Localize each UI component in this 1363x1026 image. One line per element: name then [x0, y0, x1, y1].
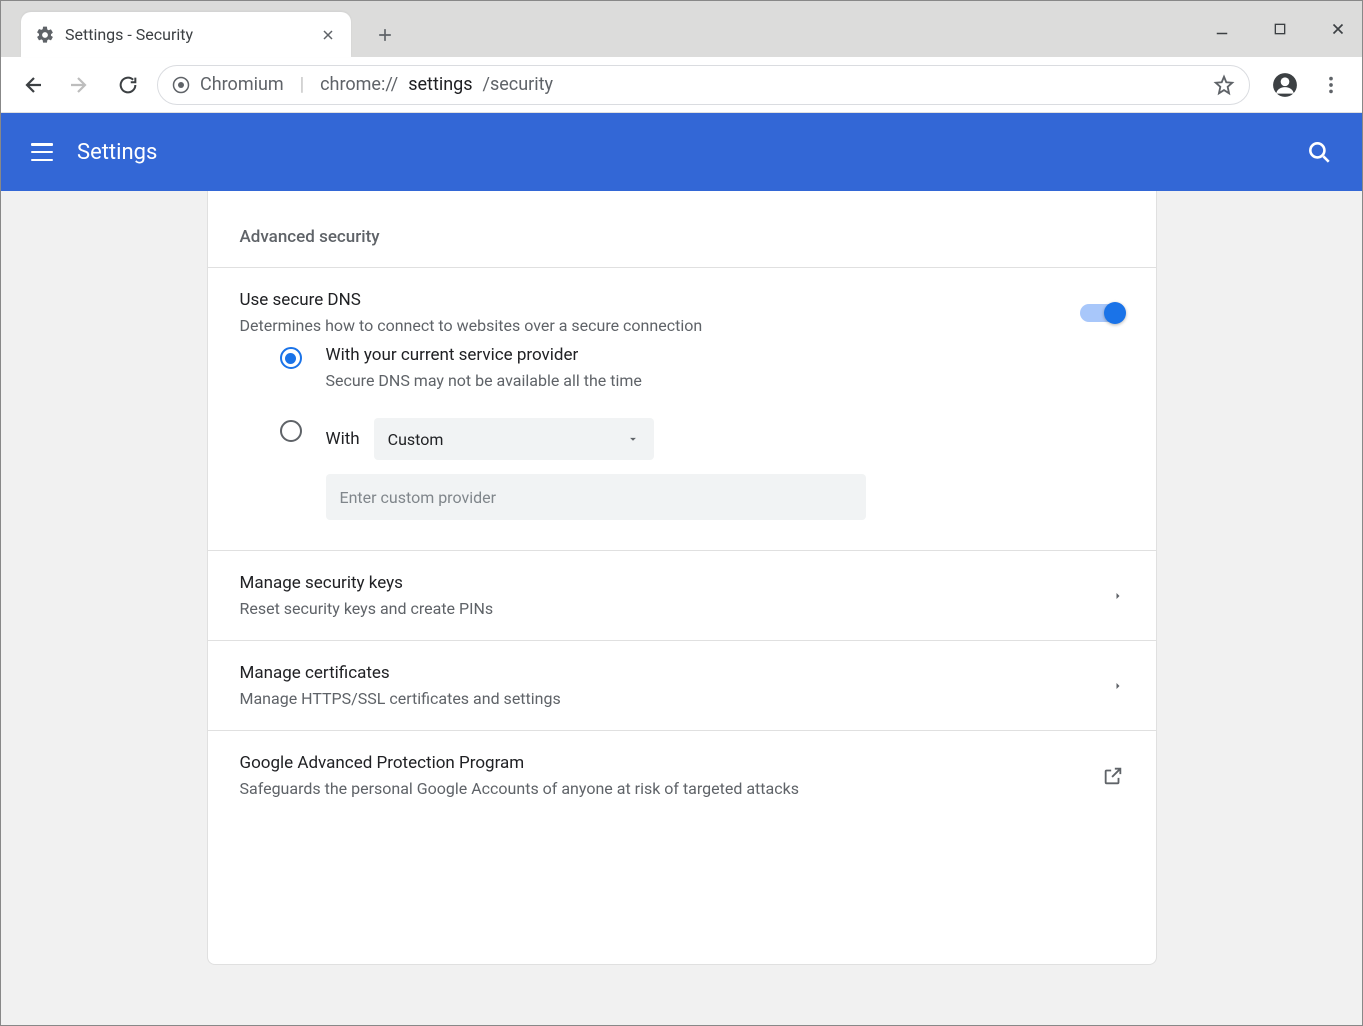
browser-toolbar: Chromium | chrome://settings/security — [1, 57, 1362, 113]
external-link-icon — [1102, 765, 1124, 787]
browser-tab-active[interactable]: Settings - Security — [21, 12, 351, 57]
tab-title: Settings - Security — [65, 25, 309, 44]
security-card: Advanced security Use secure DNS Determi… — [207, 191, 1157, 965]
address-bar[interactable]: Chromium | chrome://settings/security — [157, 65, 1250, 105]
search-icon[interactable] — [1306, 139, 1332, 165]
row-manage-certificates[interactable]: Manage certificates Manage HTTPS/SSL cer… — [208, 641, 1156, 730]
window-controls — [1208, 1, 1352, 57]
gear-icon — [35, 25, 55, 45]
chevron-right-icon — [1112, 680, 1124, 692]
dns-provider-select[interactable]: Custom — [374, 418, 654, 460]
secure-dns-subtitle: Determines how to connect to websites ov… — [240, 316, 1060, 335]
back-button[interactable] — [13, 66, 51, 104]
omnibox-url-scheme: chrome:// — [320, 74, 398, 95]
new-tab-button[interactable] — [367, 17, 403, 53]
dns-provider-select-value: Custom — [388, 430, 444, 449]
security-keys-title: Manage security keys — [240, 573, 1092, 593]
security-keys-sub: Reset security keys and create PINs — [240, 599, 1092, 618]
tab-close-button[interactable] — [319, 26, 337, 44]
radio-current-provider[interactable] — [280, 347, 302, 369]
certificates-sub: Manage HTTPS/SSL certificates and settin… — [240, 689, 1092, 708]
secure-dns-title: Use secure DNS — [240, 290, 1060, 310]
chevron-right-icon — [1112, 590, 1124, 602]
row-google-advanced-protection[interactable]: Google Advanced Protection Program Safeg… — [208, 731, 1156, 820]
omnibox-origin: Chromium — [200, 74, 284, 95]
radio-with-label: With — [326, 429, 360, 449]
kebab-menu-button[interactable] — [1312, 66, 1350, 104]
certificates-title: Manage certificates — [240, 663, 1092, 683]
custom-provider-placeholder: Enter custom provider — [340, 488, 497, 507]
omnibox-url-path: /security — [483, 74, 554, 95]
row-manage-security-keys[interactable]: Manage security keys Reset security keys… — [208, 551, 1156, 640]
radio-with-custom[interactable] — [280, 420, 302, 442]
bookmark-star-icon[interactable] — [1213, 74, 1235, 96]
forward-button[interactable] — [61, 66, 99, 104]
secure-dns-toggle[interactable] — [1080, 304, 1124, 322]
window-close-button[interactable] — [1324, 15, 1352, 43]
settings-title: Settings — [77, 140, 157, 165]
gap-sub: Safeguards the personal Google Accounts … — [240, 779, 1082, 798]
radio-current-provider-label: With your current service provider — [326, 345, 642, 365]
settings-content[interactable]: Advanced security Use secure DNS Determi… — [1, 191, 1362, 1025]
radio-current-provider-sub: Secure DNS may not be available all the … — [326, 371, 642, 390]
reload-button[interactable] — [109, 66, 147, 104]
omnibox-url-host: settings — [408, 74, 472, 95]
settings-header: Settings — [1, 113, 1362, 191]
chevron-down-icon — [626, 432, 640, 446]
custom-provider-input[interactable]: Enter custom provider — [326, 474, 866, 520]
profile-button[interactable] — [1266, 66, 1304, 104]
browser-tabstrip: Settings - Security — [1, 1, 1362, 57]
window-minimize-button[interactable] — [1208, 15, 1236, 43]
section-title-advanced-security: Advanced security — [208, 191, 1156, 267]
row-use-secure-dns: Use secure DNS Determines how to connect… — [208, 268, 1156, 345]
window-maximize-button[interactable] — [1266, 15, 1294, 43]
site-info-icon[interactable] — [172, 76, 190, 94]
menu-icon[interactable] — [31, 140, 55, 164]
gap-title: Google Advanced Protection Program — [240, 753, 1082, 773]
